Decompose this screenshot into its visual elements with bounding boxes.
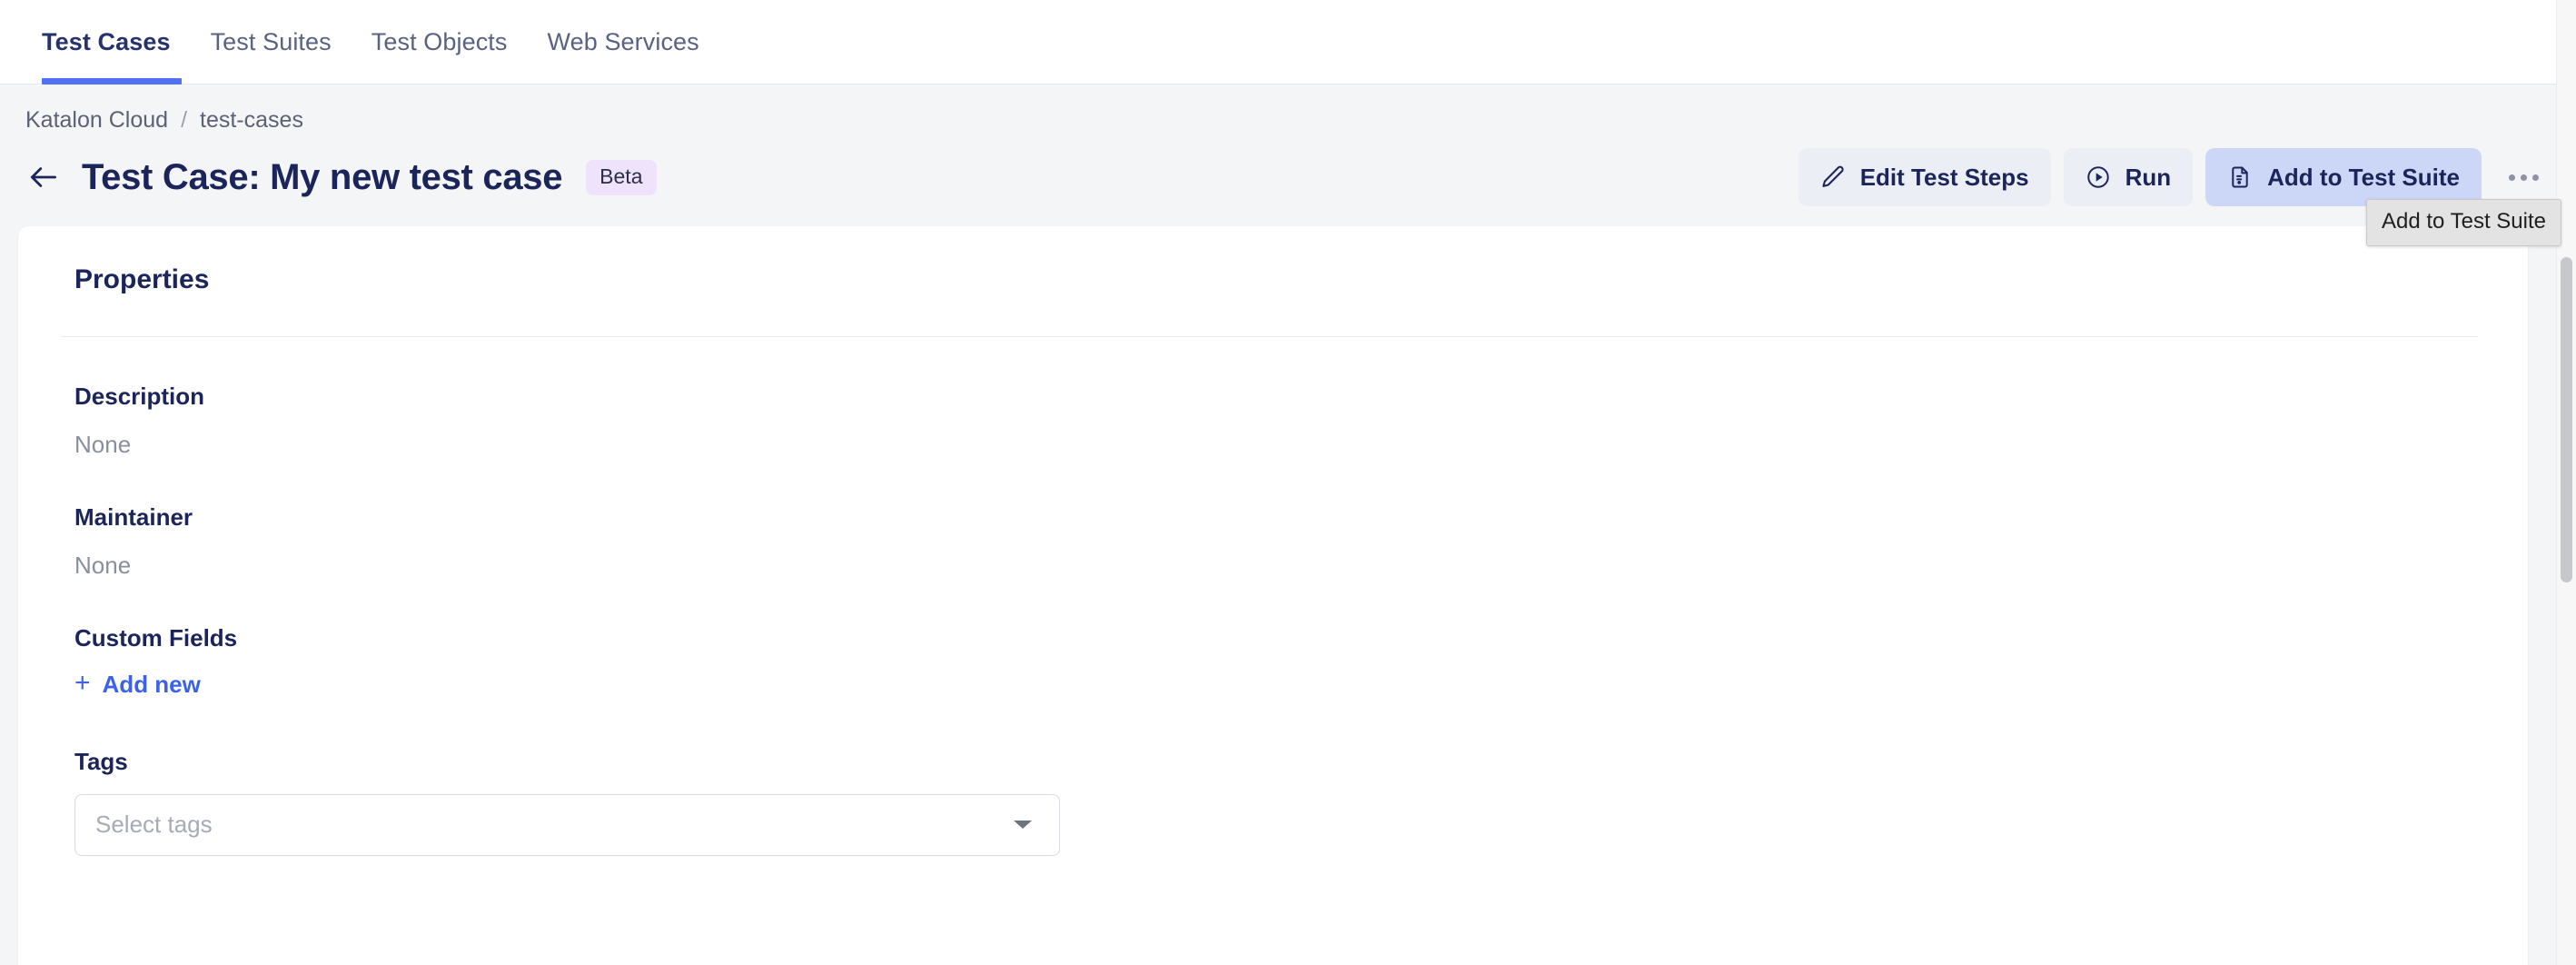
page-header-actions: Edit Test Steps Run Add to Test Suite bbox=[1798, 148, 2576, 206]
tab-label: Test Objects bbox=[371, 28, 508, 55]
back-arrow-icon[interactable] bbox=[18, 152, 69, 203]
pencil-icon bbox=[1820, 164, 1846, 190]
field-maintainer: Maintainer None bbox=[74, 504, 2528, 578]
caret-down-icon[interactable] bbox=[1014, 821, 1032, 830]
page-scrollbar-thumb[interactable] bbox=[2561, 257, 2572, 582]
field-custom-fields: Custom Fields + Add new bbox=[74, 625, 2528, 698]
tab-test-objects[interactable]: Test Objects bbox=[352, 0, 528, 85]
status-badge-beta: Beta bbox=[586, 159, 657, 195]
edit-test-steps-button[interactable]: Edit Test Steps bbox=[1798, 148, 2051, 206]
tab-test-suites[interactable]: Test Suites bbox=[191, 0, 352, 85]
app-root: Test Cases Test Suites Test Objects Web … bbox=[0, 0, 2576, 965]
content-area: Properties Description None Maintainer N… bbox=[0, 214, 2576, 965]
add-to-test-suite-button[interactable]: Add to Test Suite bbox=[2205, 148, 2482, 206]
tags-select-placeholder: Select tags bbox=[95, 811, 213, 839]
button-label: Edit Test Steps bbox=[1859, 163, 2029, 191]
tab-label: Test Cases bbox=[42, 28, 171, 55]
field-tags: Tags Select tags bbox=[74, 749, 2528, 856]
tab-test-cases[interactable]: Test Cases bbox=[33, 0, 191, 85]
field-label: Description bbox=[74, 383, 205, 410]
play-circle-icon bbox=[2086, 164, 2111, 190]
add-new-custom-field-button[interactable]: + Add new bbox=[74, 667, 201, 698]
field-label: Maintainer bbox=[74, 503, 193, 532]
field-label: Tags bbox=[74, 747, 128, 775]
breadcrumb-item-root[interactable]: Katalon Cloud bbox=[25, 107, 168, 134]
properties-section-title: Properties bbox=[74, 264, 210, 294]
file-document-icon bbox=[2227, 164, 2253, 190]
breadcrumb-item-current[interactable]: test-cases bbox=[200, 107, 303, 134]
button-label: Run bbox=[2125, 163, 2172, 191]
page-scrollbar[interactable] bbox=[2556, 0, 2576, 965]
properties-card: Properties Description None Maintainer N… bbox=[18, 226, 2528, 965]
page-header: Test Case: My new test case Beta Edit Te… bbox=[0, 135, 2576, 246]
breadcrumb: Katalon Cloud / test-cases bbox=[0, 85, 2576, 135]
dot bbox=[2508, 174, 2515, 181]
page-title: Test Case: My new test case bbox=[82, 156, 563, 197]
page-header-left: Test Case: My new test case Beta bbox=[0, 152, 657, 203]
tab-label: Test Suites bbox=[210, 28, 332, 55]
run-button[interactable]: Run bbox=[2063, 148, 2194, 206]
tooltip-add-to-test-suite: Add to Test Suite bbox=[2365, 199, 2561, 246]
primary-tab-bar: Test Cases Test Suites Test Objects Web … bbox=[0, 0, 2576, 85]
field-value: None bbox=[74, 551, 132, 579]
more-options-icon[interactable] bbox=[2498, 152, 2549, 203]
section-divider bbox=[61, 336, 2478, 337]
field-label: Custom Fields bbox=[74, 624, 238, 652]
tab-web-services[interactable]: Web Services bbox=[528, 0, 719, 85]
tab-label: Web Services bbox=[547, 28, 699, 55]
button-label: Add to Test Suite bbox=[2267, 163, 2460, 191]
properties-body: Description None Maintainer None Custom … bbox=[18, 383, 2528, 856]
field-description: Description None bbox=[74, 383, 2528, 457]
plus-icon: + bbox=[74, 667, 91, 698]
dot bbox=[2531, 174, 2539, 181]
field-value: None bbox=[74, 430, 132, 458]
breadcrumb-separator: / bbox=[181, 107, 188, 133]
dot bbox=[2520, 174, 2527, 181]
tags-select[interactable]: Select tags bbox=[74, 793, 1060, 856]
add-new-label: Add new bbox=[102, 670, 201, 698]
